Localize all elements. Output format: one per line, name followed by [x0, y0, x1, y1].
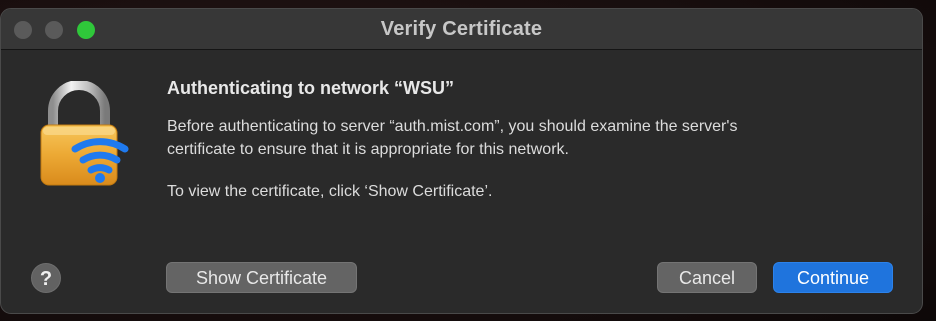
message-line: Before authenticating to server “auth.mi… — [167, 118, 738, 135]
cancel-button[interactable]: Cancel — [657, 262, 757, 293]
lock-wifi-icon — [35, 80, 131, 191]
help-button[interactable]: ? — [31, 263, 61, 293]
dialog-message: Before authenticating to server “auth.mi… — [167, 115, 737, 161]
dialog-heading: Authenticating to network “WSU” — [167, 78, 454, 98]
window-title: Verify Certificate — [380, 18, 543, 40]
message-line: certificate to ensure that it is appropr… — [167, 141, 569, 158]
show-certificate-button[interactable]: Show Certificate — [166, 262, 357, 293]
dialog-instruction: To view the certificate, click ‘Show Cer… — [167, 183, 493, 200]
verify-certificate-dialog: Verify Certificate Authenticating to net… — [0, 8, 923, 314]
title-bar[interactable]: Verify Certificate — [1, 9, 922, 50]
continue-button[interactable]: Continue — [773, 262, 893, 293]
